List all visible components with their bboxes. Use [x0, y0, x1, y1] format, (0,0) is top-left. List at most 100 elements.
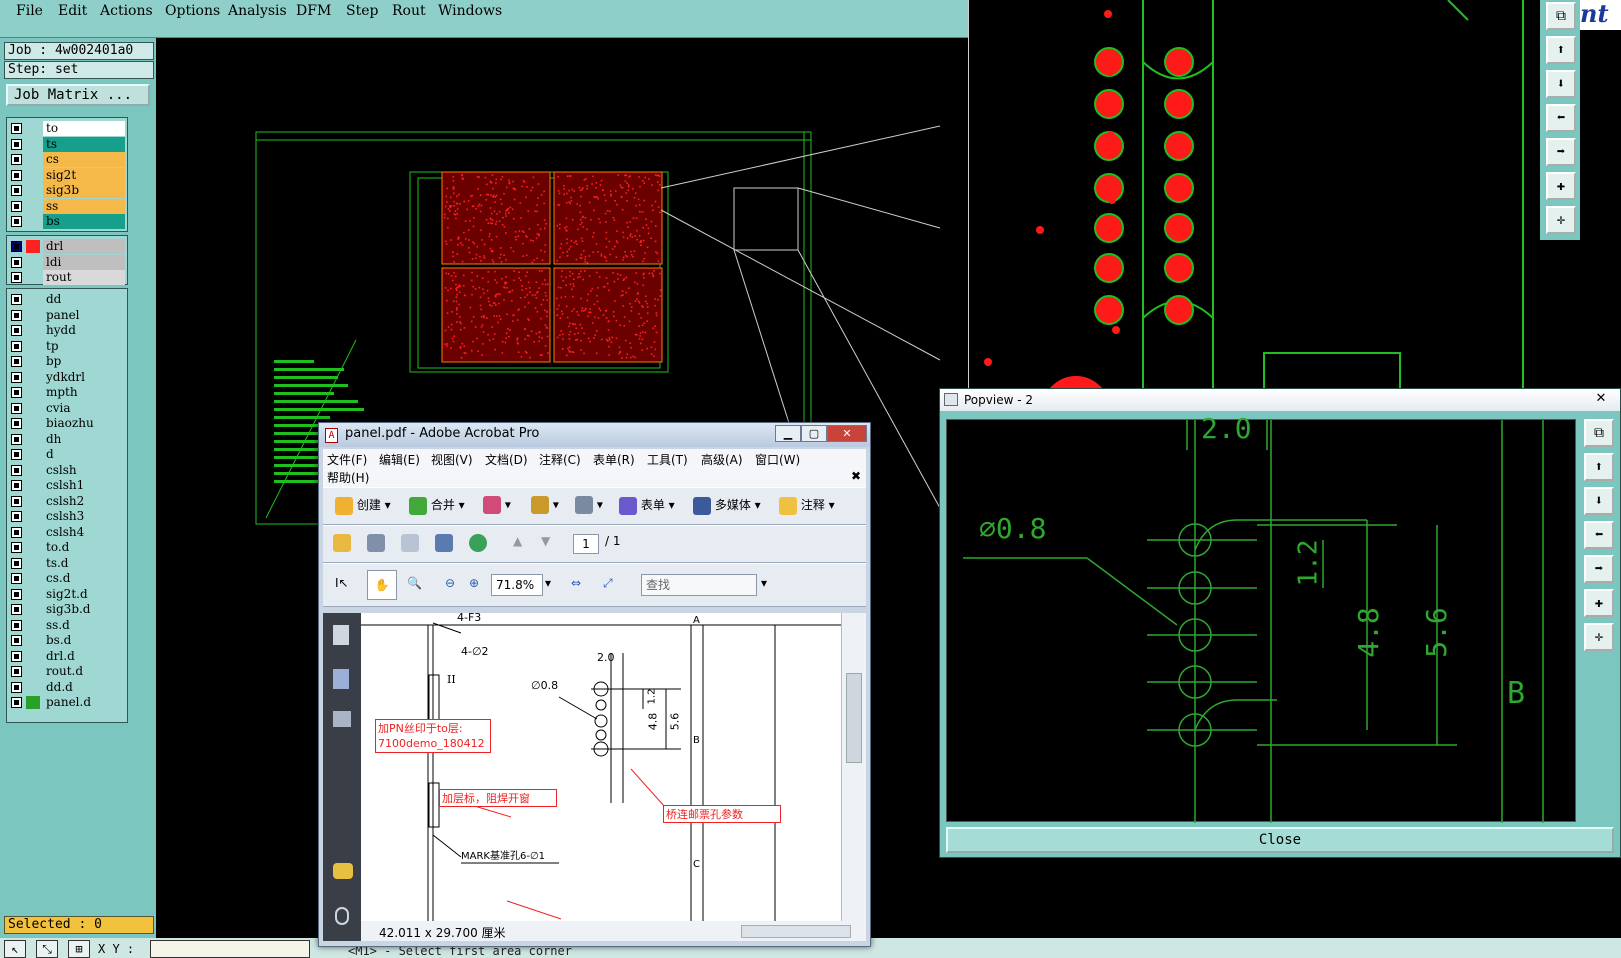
layer-row-tp[interactable]: tp: [7, 338, 127, 354]
close-button[interactable]: ✕: [827, 425, 867, 442]
layer-name[interactable]: ss: [43, 198, 125, 214]
layer-color-swatch[interactable]: [26, 200, 40, 213]
menu-rout[interactable]: Rout: [392, 3, 426, 19]
layer-color-swatch[interactable]: [26, 541, 40, 554]
layer-row-ss-d[interactable]: ss.d: [7, 617, 127, 633]
layer-checkbox[interactable]: [11, 573, 22, 584]
web-icon[interactable]: [469, 534, 487, 552]
layer-row-cslsh3[interactable]: cslsh3: [7, 509, 127, 524]
zoom-in-icon[interactable]: ✚: [1584, 589, 1614, 617]
select-tool-icon[interactable]: ↖: [4, 940, 26, 958]
layer-checkbox[interactable]: [11, 635, 22, 646]
pan-down-icon[interactable]: ⬇: [1584, 487, 1614, 515]
layer-name[interactable]: ldi: [43, 254, 125, 270]
layer-row-dd-d[interactable]: dd.d: [7, 679, 127, 695]
zoom-out-icon[interactable]: ✛: [1546, 206, 1576, 234]
signatures-icon[interactable]: [333, 711, 351, 727]
layer-color-swatch[interactable]: [26, 588, 40, 601]
layer-row-to-d[interactable]: to.d: [7, 540, 127, 555]
layer-color-swatch[interactable]: [26, 603, 40, 616]
layer-row-hydd[interactable]: hydd: [7, 323, 127, 338]
pan-down-icon[interactable]: ⬇: [1546, 70, 1576, 98]
layer-checkbox[interactable]: [11, 294, 22, 305]
select-text-icon[interactable]: I↖: [335, 576, 349, 590]
layer-color-swatch[interactable]: [26, 696, 40, 709]
menu-item[interactable]: 窗口(W): [755, 451, 800, 468]
layer-name[interactable]: cslsh4: [43, 524, 125, 540]
layer-name[interactable]: d: [43, 447, 125, 462]
layer-row-d[interactable]: d: [7, 447, 127, 462]
layer-color-swatch[interactable]: [26, 138, 40, 151]
popview-titlebar[interactable]: Popview - 2 ✕: [940, 389, 1620, 411]
menu-edit[interactable]: Edit: [58, 3, 87, 19]
layer-checkbox[interactable]: [11, 154, 22, 165]
zoom-canvas[interactable]: [968, 0, 1540, 388]
layer-row-sig3b-d[interactable]: sig3b.d: [7, 602, 127, 617]
layer-color-swatch[interactable]: [26, 417, 40, 430]
layer-checkbox[interactable]: [11, 650, 22, 662]
forms-button[interactable]: 表单 ▾: [619, 496, 675, 515]
zoom-tool-icon[interactable]: 🔍: [407, 576, 422, 590]
layer-row-cslsh2[interactable]: cslsh2: [7, 493, 127, 509]
layer-color-swatch[interactable]: [26, 293, 40, 306]
layer-row-dd[interactable]: dd: [7, 292, 127, 307]
layer-checkbox[interactable]: [11, 480, 22, 491]
menu-item[interactable]: 文件(F): [327, 451, 367, 468]
zoom-level-field[interactable]: 71.8%: [491, 574, 543, 596]
layer-row-panel-d[interactable]: panel.d: [7, 695, 127, 710]
layer-color-swatch[interactable]: [26, 433, 40, 446]
layer-color-swatch[interactable]: [26, 619, 40, 632]
annotation-pn[interactable]: 加PN丝印于to层: 7100demo_180412: [375, 719, 491, 753]
layer-name[interactable]: panel.d: [43, 695, 125, 710]
annotation-layer-mark[interactable]: 加层标，阻焊开窗: [439, 789, 557, 807]
zoom-home-icon[interactable]: ⧉: [1546, 2, 1576, 30]
menu-item[interactable]: 文档(D): [485, 451, 528, 468]
layer-checkbox[interactable]: [11, 216, 22, 227]
layer-checkbox[interactable]: [11, 433, 22, 445]
layer-name[interactable]: cs.d: [43, 571, 125, 586]
pan-left-icon[interactable]: ⬅: [1584, 521, 1614, 549]
layer-name[interactable]: dd.d: [43, 679, 125, 695]
zoom-in-icon[interactable]: ⊕: [469, 576, 479, 590]
layer-color-swatch[interactable]: [26, 479, 40, 492]
save-icon[interactable]: [401, 534, 419, 552]
layer-name[interactable]: to.d: [43, 540, 125, 555]
menu-item[interactable]: 注释(C): [539, 451, 581, 468]
menu-file[interactable]: File: [16, 3, 43, 19]
layer-row-cs[interactable]: cs: [7, 152, 127, 167]
pdf-page[interactable]: 4-F3 4-∅2 II 2.0 ∅0.8 1.2 4.8 5.6 MARK基准…: [361, 613, 841, 921]
layer-checkbox[interactable]: [11, 542, 22, 553]
layer-color-swatch[interactable]: [26, 681, 40, 694]
menu-step[interactable]: Step: [346, 3, 378, 19]
layer-row-drl[interactable]: drl: [7, 239, 127, 254]
layer-row-panel[interactable]: panel: [7, 307, 127, 323]
layer-name[interactable]: dh: [43, 431, 125, 447]
layer-checkbox[interactable]: [11, 557, 22, 569]
layer-name[interactable]: ts.d: [43, 555, 125, 571]
layer-checkbox[interactable]: [11, 697, 22, 708]
multimedia-button[interactable]: 多媒体 ▾: [693, 496, 761, 515]
menu-dfm[interactable]: DFM: [296, 3, 331, 19]
layer-name[interactable]: mpth: [43, 385, 125, 400]
layer-name[interactable]: drl: [43, 239, 125, 254]
layer-checkbox[interactable]: [11, 185, 22, 196]
layer-color-swatch[interactable]: [26, 355, 40, 368]
menu-item[interactable]: 高级(A): [701, 451, 743, 468]
combine-button[interactable]: 合并 ▾: [409, 496, 465, 515]
layer-color-swatch[interactable]: [26, 510, 40, 523]
close-doc-icon[interactable]: ✖: [851, 469, 861, 483]
layer-name[interactable]: sig3b: [43, 183, 125, 198]
layer-checkbox[interactable]: [11, 449, 22, 460]
layer-color-swatch[interactable]: [26, 122, 40, 135]
acrobat-titlebar[interactable]: A panel.pdf - Adobe Acrobat Pro ▁ ▢ ✕: [319, 423, 870, 447]
layer-name[interactable]: to: [43, 121, 125, 136]
fit-page-icon[interactable]: ⤢: [603, 576, 613, 591]
layer-name[interactable]: cslsh2: [43, 493, 125, 509]
layer-checkbox[interactable]: [11, 123, 22, 134]
layer-name[interactable]: sig2t: [43, 167, 125, 183]
search-field[interactable]: 查找: [641, 574, 757, 596]
menu-actions[interactable]: Actions: [100, 3, 153, 19]
layer-checkbox[interactable]: [11, 464, 22, 476]
layer-name[interactable]: ss.d: [43, 617, 125, 633]
layer-checkbox[interactable]: [11, 511, 22, 522]
